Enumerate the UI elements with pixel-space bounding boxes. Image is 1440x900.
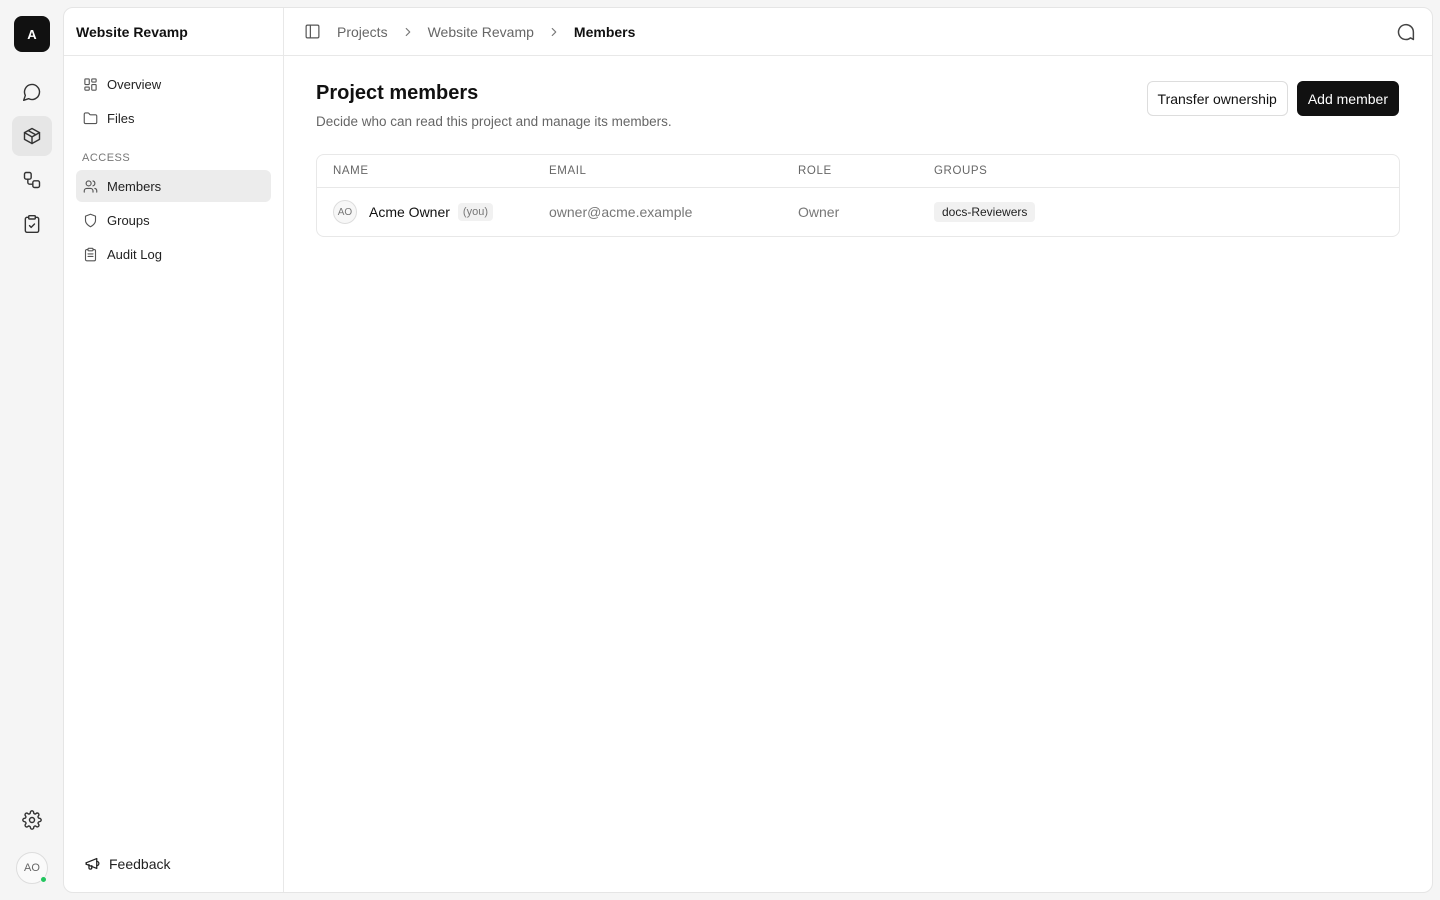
tasks-button[interactable] — [12, 204, 52, 244]
chat-button[interactable] — [12, 72, 52, 112]
feedback-button[interactable]: Feedback — [84, 855, 170, 872]
access-section-label: ACCESS — [82, 152, 131, 164]
sidebar-item-label: Overview — [107, 76, 162, 92]
feedback-label: Feedback — [109, 855, 171, 872]
clipboard-icon — [84, 247, 97, 261]
breadcrumb-project[interactable]: Website Revamp — [428, 24, 534, 40]
sidebar-item-label: Groups — [107, 212, 150, 228]
folder-icon — [83, 111, 98, 124]
online-status-dot — [40, 876, 47, 883]
column-header-email: EMAIL — [549, 165, 587, 177]
page-subtitle: Decide who can read this project and man… — [316, 114, 672, 129]
member-name-cell: AO Acme Owner (you) — [317, 200, 549, 224]
project-title: Website Revamp — [64, 8, 283, 56]
member-email: owner@acme.example — [549, 204, 693, 220]
gear-icon — [22, 810, 42, 830]
breadcrumb-current: Members — [573, 23, 636, 40]
settings-button[interactable] — [12, 800, 52, 840]
sidebar-toggle-icon[interactable] — [304, 23, 321, 40]
chat-icon — [22, 83, 41, 102]
add-member-button[interactable]: Add member — [1296, 81, 1399, 116]
user-avatar[interactable]: AO — [16, 852, 48, 884]
icon-rail: A AO — [0, 0, 64, 900]
column-header-name: NAME — [333, 165, 369, 177]
members-page: Project members Decide who can read this… — [284, 56, 1432, 237]
workflows-button[interactable] — [12, 160, 52, 200]
clipboard-check-icon — [24, 214, 40, 234]
top-bar: Projects Website Revamp Members — [284, 8, 1432, 56]
box-icon — [23, 127, 41, 145]
users-icon — [83, 179, 98, 193]
workspace-logo[interactable]: A — [14, 16, 50, 52]
transfer-ownership-button[interactable]: Transfer ownership — [1146, 81, 1288, 116]
sidebar-item-members[interactable]: Members — [76, 170, 271, 202]
member-name: Acme Owner — [369, 204, 450, 220]
sidebar-item-label: Files — [107, 110, 135, 126]
sidebar-item-overview[interactable]: Overview — [76, 68, 271, 100]
chevron-right-icon — [551, 27, 557, 36]
you-badge: (you) — [457, 203, 493, 221]
sidebar-item-files[interactable]: Files — [76, 102, 271, 134]
breadcrumb-projects[interactable]: Projects — [337, 24, 388, 40]
page-actions: Transfer ownership Add member — [1146, 81, 1399, 116]
projects-button[interactable] — [12, 116, 52, 156]
shield-icon — [84, 213, 97, 227]
member-groups-cell: docs-Reviewers — [934, 202, 1399, 222]
user-initials: AO — [24, 862, 40, 874]
breadcrumb: Projects Website Revamp Members — [337, 24, 635, 40]
sidebar-item-audit-log[interactable]: Audit Log — [76, 238, 271, 270]
member-avatar: AO — [333, 200, 357, 224]
comment-icon[interactable] — [1395, 22, 1416, 43]
sidebar-item-groups[interactable]: Groups — [76, 204, 271, 236]
sidebar-item-label: Audit Log — [107, 246, 162, 262]
members-table: NAME EMAIL ROLE GROUPS AO Acme Owner (yo… — [316, 154, 1400, 237]
table-header: NAME EMAIL ROLE GROUPS — [317, 155, 1399, 188]
table-row[interactable]: AO Acme Owner (you) owner@acme.example O… — [317, 188, 1399, 236]
member-role: Owner — [798, 204, 840, 220]
chevron-right-icon — [405, 27, 410, 36]
megaphone-icon — [85, 857, 100, 870]
column-header-groups: GROUPS — [934, 165, 988, 177]
group-chip[interactable]: docs-Reviewers — [934, 202, 1036, 222]
sidebar-item-label: Members — [107, 178, 162, 194]
main-frame: Website Revamp Overview Files ACCESS Mem… — [63, 7, 1433, 893]
grid-icon — [84, 77, 97, 91]
main-content: Projects Website Revamp Members Project … — [284, 8, 1432, 892]
project-nav: Overview Files ACCESS Members Groups Aud… — [64, 56, 283, 270]
workflow-icon — [23, 171, 41, 189]
column-header-role: ROLE — [798, 165, 832, 177]
project-sidebar: Website Revamp Overview Files ACCESS Mem… — [64, 8, 284, 892]
